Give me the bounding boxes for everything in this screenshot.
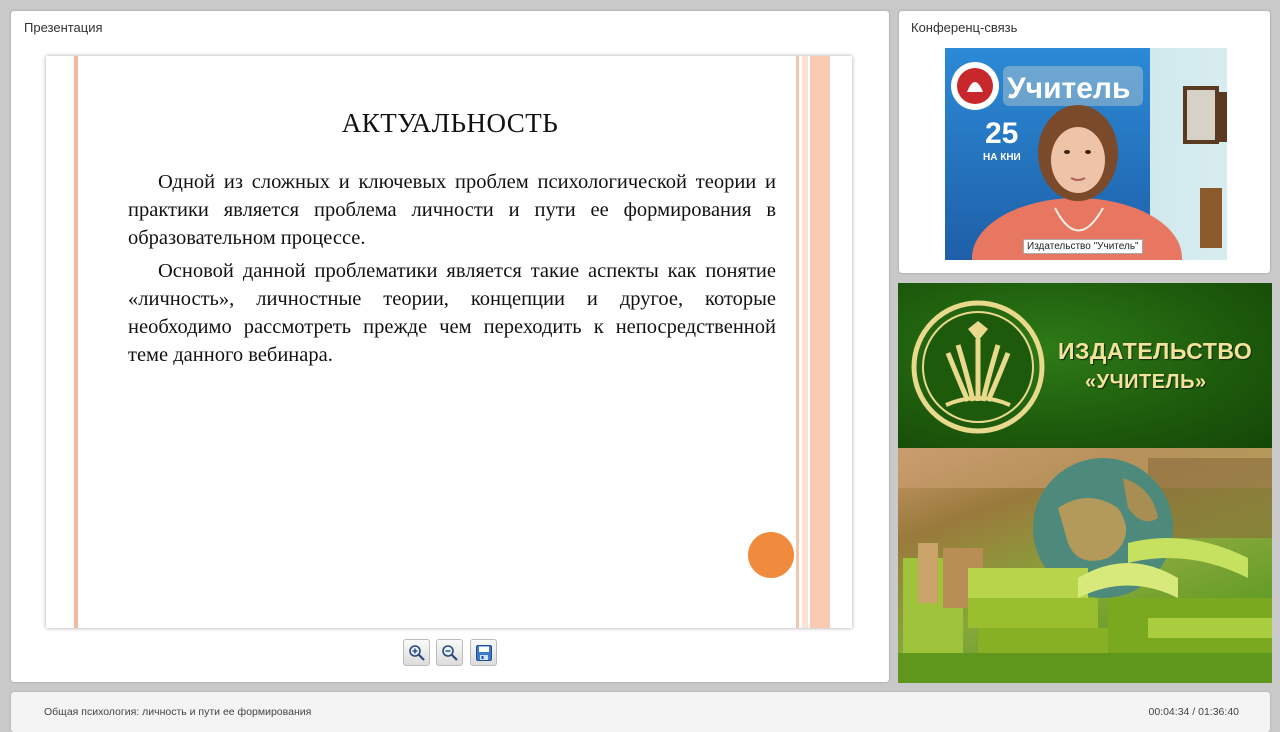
presentation-panel-title: Презентация — [24, 20, 103, 35]
slide-right-stripe — [796, 56, 799, 628]
save-button[interactable] — [470, 639, 497, 666]
slide-decoration-circle — [748, 532, 794, 578]
background-caption-text: НА КНИ — [983, 152, 1021, 163]
video-participant-label: Издательство "Учитель" — [1023, 239, 1143, 254]
background-sign-text: Учитель — [1007, 72, 1130, 105]
publisher-logo-area: ИЗДАТЕЛЬСТВО «УЧИТЕЛЬ» — [898, 283, 1272, 448]
slide-right-stripe — [810, 56, 830, 628]
books-globe-image — [898, 448, 1272, 683]
playback-time: 00:04:34 / 01:36:40 — [1148, 706, 1240, 718]
slide-paragraph: Основой данной проблематики является так… — [128, 260, 776, 366]
slide-heading: АКТУАЛЬНОСТЬ — [341, 108, 559, 138]
background-number-text: 25 — [985, 117, 1018, 150]
webinar-title: Общая психология: личность и пути ее фор… — [44, 706, 312, 718]
conference-panel: Конференц-связь Учитель 25 НА КНИ Издате… — [899, 11, 1270, 273]
publisher-logo-icon — [911, 300, 1045, 434]
slide-paragraph: Одной из сложных и ключевых проблем псих… — [128, 171, 776, 249]
publisher-name-line2: «УЧИТЕЛЬ» — [1085, 371, 1207, 393]
presentation-slide: АКТУАЛЬНОСТЬ Одной из сложных и ключевых… — [46, 56, 852, 628]
zoom-in-button[interactable] — [403, 639, 430, 666]
presentation-panel: Презентация АКТУАЛЬНОСТЬ Одной из сложны… — [11, 11, 889, 682]
slide-right-stripe — [802, 56, 808, 628]
status-bar: Общая психология: личность и пути ее фор… — [11, 692, 1270, 732]
publisher-banner: ИЗДАТЕЛЬСТВО «УЧИТЕЛЬ» — [898, 283, 1272, 683]
conference-panel-title: Конференц-связь — [911, 20, 1018, 35]
zoom-out-button[interactable] — [436, 639, 463, 666]
slide-left-stripe — [74, 56, 78, 628]
webcam-frame-image: Учитель 25 НА КНИ — [945, 48, 1227, 260]
books-globe-illustration — [898, 448, 1272, 683]
webcam-video[interactable]: Учитель 25 НА КНИ Издательство "Учитель" — [945, 48, 1227, 260]
publisher-name-line1: ИЗДАТЕЛЬСТВО — [1058, 338, 1253, 364]
